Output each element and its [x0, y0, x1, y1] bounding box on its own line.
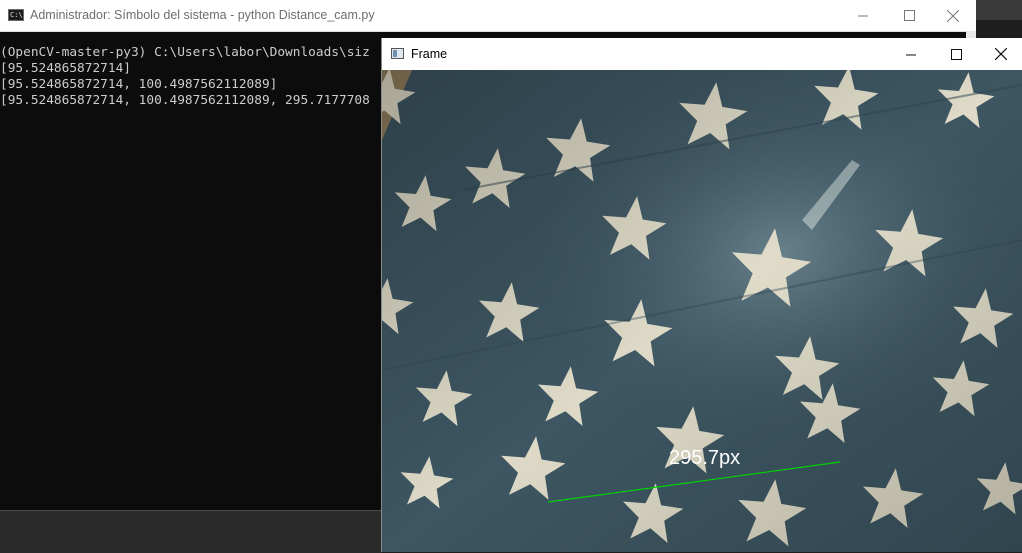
- flag-stars-image: 295.7px: [382, 70, 1022, 552]
- console-line: [95.524865872714]: [0, 61, 131, 76]
- background-window-edge: [0, 510, 382, 553]
- measurement-label: 295.7px: [669, 447, 740, 469]
- console-minimize-button[interactable]: [840, 0, 886, 31]
- desktop-background: [976, 0, 1022, 20]
- maximize-icon: [950, 48, 962, 60]
- frame-titlebar[interactable]: Frame: [382, 38, 1022, 70]
- camera-frame-image[interactable]: 295.7px: [382, 70, 1022, 552]
- close-icon: [995, 48, 1007, 60]
- cmd-icon: C:\: [8, 9, 24, 21]
- frame-minimize-button[interactable]: [888, 38, 934, 70]
- console-title: Administrador: Símbolo del sistema - pyt…: [30, 8, 375, 22]
- frame-window-icon: [391, 48, 404, 59]
- frame-maximize-button[interactable]: [933, 38, 979, 70]
- console-line: [95.524865872714, 100.4987562112089]: [0, 77, 278, 92]
- console-close-button[interactable]: [930, 0, 976, 31]
- frame-title: Frame: [411, 47, 448, 61]
- frame-window[interactable]: Frame 295.7px: [381, 38, 1022, 552]
- minimize-icon: [905, 54, 916, 55]
- console-maximize-button[interactable]: [886, 0, 932, 31]
- minimize-icon: [857, 15, 868, 17]
- console-titlebar[interactable]: C:\ Administrador: Símbolo del sistema -…: [0, 0, 976, 32]
- frame-close-button[interactable]: [978, 38, 1022, 70]
- console-line: (OpenCV-master-py3) C:\Users\labor\Downl…: [0, 45, 370, 60]
- close-icon: [947, 9, 959, 22]
- maximize-icon: [903, 10, 915, 21]
- vignette: [382, 70, 1022, 552]
- console-output[interactable]: (OpenCV-master-py3) C:\Users\labor\Downl…: [0, 45, 380, 510]
- console-line: [95.524865872714, 100.4987562112089, 295…: [0, 93, 370, 108]
